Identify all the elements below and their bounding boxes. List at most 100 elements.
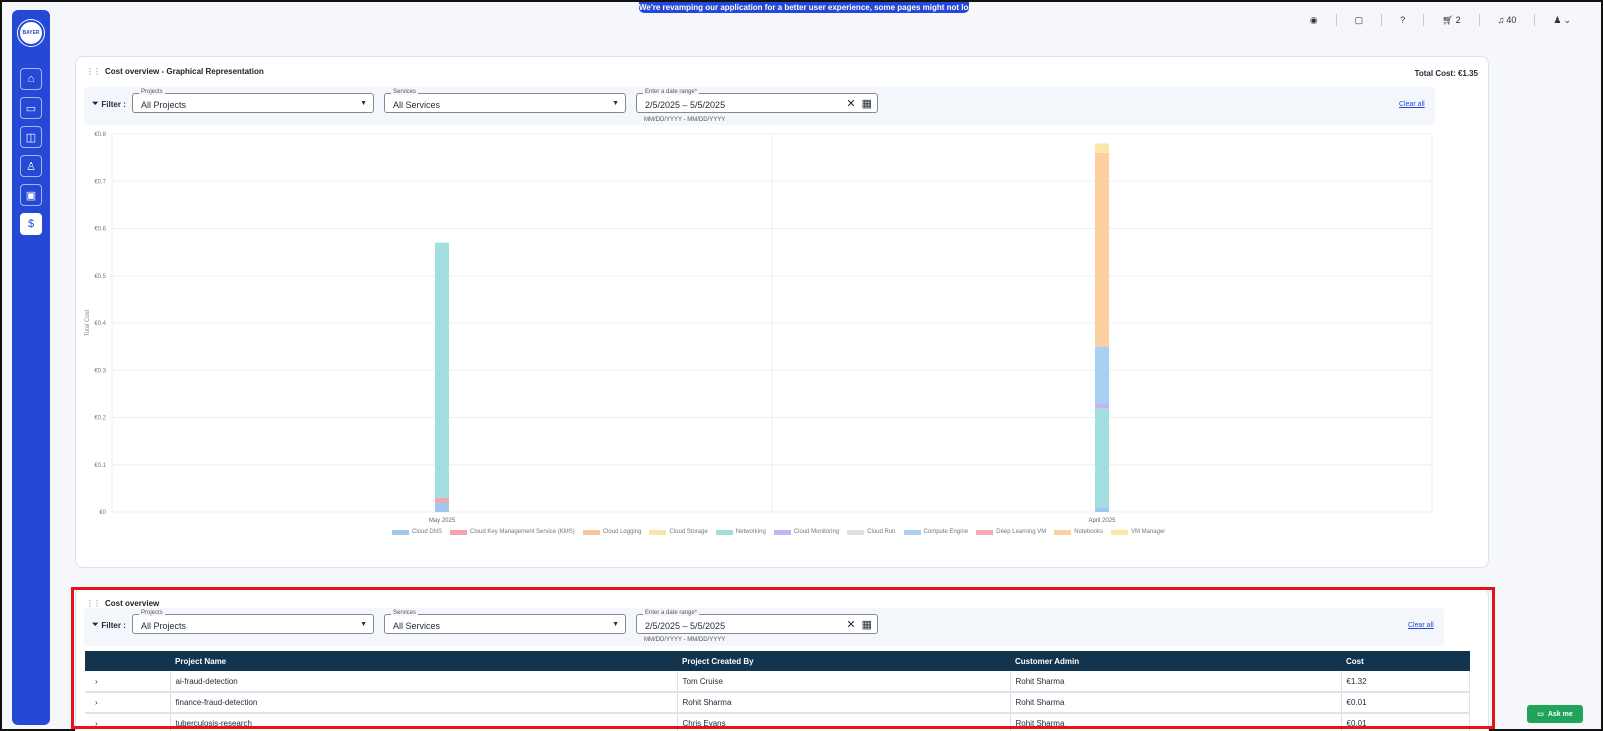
legend-label: Cloud DNS bbox=[412, 529, 443, 535]
filter-label: ⏷ Filter : bbox=[92, 99, 126, 109]
y-tick-label: €0.5 bbox=[94, 274, 106, 280]
date-range-input[interactable]: Enter a date range* 2/5/2025 – 5/5/2025 … bbox=[636, 89, 878, 113]
divider bbox=[1335, 14, 1337, 26]
divider bbox=[1534, 14, 1536, 26]
cart-icon: 🛒︎ bbox=[1442, 14, 1454, 25]
caret-down-icon: ▼ bbox=[612, 100, 619, 107]
y-tick-label: €0.1 bbox=[94, 463, 106, 469]
id-card-icon[interactable]: ▣ bbox=[20, 184, 42, 206]
folder-icon[interactable]: ▭ bbox=[20, 97, 42, 119]
legend-item[interactable]: Cloud Key Management Service (KMS) bbox=[450, 529, 575, 535]
date-value: 2/5/2025 – 5/5/2025 bbox=[645, 100, 726, 110]
filter-icon: ⏷ bbox=[92, 99, 99, 108]
bar-segment bbox=[1095, 143, 1109, 153]
y-axis-label: Total Cost bbox=[85, 309, 91, 336]
bar-segment bbox=[1095, 403, 1109, 409]
y-tick-label: €0.7 bbox=[94, 179, 106, 185]
ask-me-button[interactable]: ▭ Ask me bbox=[1527, 705, 1583, 723]
projects-value: All Projects bbox=[141, 100, 187, 110]
legend-label: Cloud Logging bbox=[602, 529, 642, 535]
legend-swatch bbox=[773, 529, 791, 535]
legend-swatch bbox=[903, 529, 921, 535]
ask-me-label: Ask me bbox=[1547, 710, 1573, 718]
legend-swatch bbox=[450, 529, 468, 535]
bag-icon[interactable]: ◫ bbox=[20, 126, 42, 148]
bar-segment bbox=[1095, 346, 1109, 404]
legend-label: Cloud Run bbox=[867, 529, 896, 535]
chart-filter-bar: ⏷ Filter : Projects All Projects ▼ Servic… bbox=[84, 87, 1435, 125]
bayer-logo[interactable]: BAYER bbox=[18, 20, 44, 46]
chat-icon[interactable]: ▢ bbox=[1355, 15, 1364, 26]
divider bbox=[1478, 14, 1480, 26]
total-cost: Total Cost: €1.35 bbox=[1414, 69, 1478, 78]
cost-report-icon[interactable]: $ bbox=[20, 213, 42, 235]
user-settings-icon[interactable]: ♙ bbox=[20, 155, 42, 177]
revamp-banner: We're revamping our application for a be… bbox=[639, 2, 969, 13]
user-menu-button[interactable]: ♟ ⌄ bbox=[1553, 15, 1571, 26]
filter-label-text: Filter : bbox=[101, 99, 126, 109]
legend-item[interactable]: Notebooks bbox=[1054, 529, 1103, 535]
legend-swatch bbox=[1054, 529, 1072, 535]
legend-swatch bbox=[847, 529, 865, 535]
y-tick-label: €0.3 bbox=[94, 368, 106, 374]
clear-all-link[interactable]: Clear all bbox=[1399, 101, 1425, 108]
projects-select[interactable]: Projects All Projects ▼ bbox=[132, 89, 374, 113]
legend-label: Cloud Key Management Service (KMS) bbox=[470, 529, 575, 535]
legend-item[interactable]: Networking bbox=[715, 529, 766, 535]
bar-segment bbox=[435, 497, 449, 503]
bar-segment bbox=[1095, 507, 1109, 512]
cart-button[interactable]: 🛒︎ 2 bbox=[1442, 15, 1460, 26]
chat-bubble-icon: ▭ bbox=[1537, 711, 1544, 718]
help-icon[interactable]: ? bbox=[1400, 15, 1405, 25]
caret-down-icon: ▼ bbox=[360, 100, 367, 107]
y-tick-label: €0.8 bbox=[94, 132, 106, 138]
legend-item[interactable]: VM Manager bbox=[1110, 529, 1166, 535]
legend-label: VM Manager bbox=[1130, 529, 1166, 535]
services-select[interactable]: Services All Services ▼ bbox=[384, 89, 626, 113]
legend-swatch bbox=[976, 529, 994, 535]
legend-label: Deep Learning VM bbox=[996, 529, 1047, 535]
date-legend: Enter a date range* bbox=[643, 89, 700, 95]
drag-handle-icon[interactable]: ⋮⋮ bbox=[86, 67, 101, 76]
x-tick-label: May 2025 bbox=[429, 518, 456, 524]
y-tick-label: €0.2 bbox=[94, 416, 106, 422]
legend-swatch bbox=[1110, 529, 1128, 535]
services-legend: Services bbox=[391, 89, 419, 95]
legend-item[interactable]: Cloud Run bbox=[847, 529, 896, 535]
top-bar: ◉ ▢ ? 🛒︎ 2 ♫ 40 ♟ ⌄ bbox=[1310, 14, 1571, 26]
legend-item[interactable]: Compute Engine bbox=[903, 529, 968, 535]
legend-swatch bbox=[715, 529, 733, 535]
divider bbox=[1381, 14, 1383, 26]
legend-item[interactable]: Cloud DNS bbox=[392, 529, 442, 535]
clear-date-icon[interactable]: ✕ bbox=[846, 97, 855, 110]
legend-swatch bbox=[649, 529, 667, 535]
divider bbox=[1423, 14, 1425, 26]
legend-label: Notebooks bbox=[1074, 529, 1103, 535]
legend-label: Cloud Storage bbox=[669, 529, 708, 535]
sidebar: BAYER ⌂ ▭ ◫ ♙ ▣ $ bbox=[12, 10, 50, 725]
calendar-icon[interactable]: ▦ bbox=[862, 97, 872, 110]
home-icon[interactable]: ⌂ bbox=[20, 68, 42, 90]
legend-label: Networking bbox=[735, 529, 766, 535]
globe-icon[interactable]: ◉ bbox=[1310, 15, 1318, 26]
notifications-button[interactable]: ♫ 40 bbox=[1498, 15, 1517, 25]
legend-item[interactable]: Cloud Logging bbox=[582, 529, 642, 535]
projects-legend: Projects bbox=[139, 89, 165, 95]
highlight-frame bbox=[71, 587, 1495, 729]
user-icon: ♟ bbox=[1553, 14, 1562, 25]
y-tick-label: €0.6 bbox=[94, 227, 106, 233]
bell-icon: ♫ bbox=[1497, 15, 1505, 25]
bar-segment bbox=[1095, 408, 1109, 508]
logo-text: BAYER bbox=[22, 30, 40, 36]
legend-label: Cloud Monitoring bbox=[793, 529, 840, 535]
bar-segment bbox=[435, 502, 449, 512]
legend-item[interactable]: Deep Learning VM bbox=[976, 529, 1046, 535]
legend-item[interactable]: Cloud Monitoring bbox=[773, 529, 840, 535]
chart-card-title: ⋮⋮ Cost overview - Graphical Representat… bbox=[86, 67, 264, 76]
chart-legend: Cloud DNS Cloud Key Management Service (K… bbox=[392, 529, 1165, 535]
cart-count: 2 bbox=[1455, 15, 1461, 25]
services-value: All Services bbox=[393, 100, 441, 110]
legend-item[interactable]: Cloud Storage bbox=[649, 529, 708, 535]
y-tick-label: €0 bbox=[99, 510, 106, 516]
x-tick-label: April 2025 bbox=[1088, 518, 1116, 524]
